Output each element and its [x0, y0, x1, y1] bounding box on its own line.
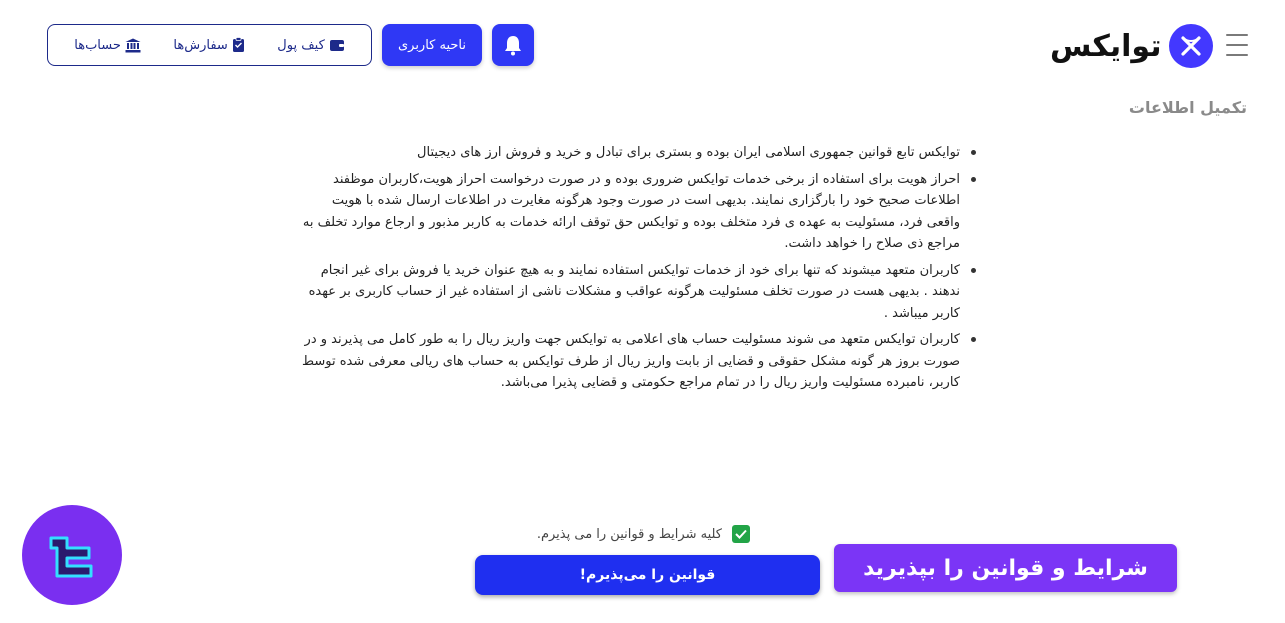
logo-mark-icon: [1169, 24, 1214, 68]
terms-item: احراز هویت برای استفاده از برخی خدمات تو…: [300, 169, 980, 255]
terms-item: توایکس تابع قوانین جمهوری اسلامی ایران ب…: [300, 142, 980, 164]
brand-badge-icon: [22, 505, 122, 605]
page-title: تکمیل اطلاعات: [1128, 98, 1247, 117]
accept-terms-button[interactable]: قوانین را می‌پذیرم!: [475, 555, 820, 595]
nav-accounts[interactable]: حساب‌ها: [74, 38, 141, 53]
menu-icon[interactable]: [1226, 34, 1248, 56]
nav-orders[interactable]: سفارش‌ها: [173, 37, 244, 53]
logo[interactable]: توایکس: [1050, 22, 1214, 70]
check-icon: [735, 529, 747, 539]
accept-terms-banner: شرایط و قوانین را بپذیرید: [834, 544, 1177, 592]
terms-item: کاربران متعهد میشوند که تنها برای خود از…: [300, 260, 980, 325]
terms-item: کاربران توایکس متعهد می شوند مسئولیت حسا…: [300, 329, 980, 394]
bank-icon: [125, 38, 141, 52]
user-area-button[interactable]: ناحیه کاربری: [382, 24, 482, 66]
agree-row: کلیه شرایط و قوانین را می پذیرم.: [530, 523, 750, 545]
nav-wallet-label: کیف پول: [277, 37, 325, 53]
terms-list: توایکس تابع قوانین جمهوری اسلامی ایران ب…: [300, 142, 980, 399]
clipboard-icon: [232, 37, 244, 52]
nav-orders-label: سفارش‌ها: [173, 37, 228, 53]
agree-checkbox[interactable]: [732, 525, 750, 543]
wallet-icon: [329, 40, 344, 51]
notifications-button[interactable]: [492, 24, 534, 66]
logo-text: توایکس: [1050, 28, 1162, 64]
nav-accounts-label: حساب‌ها: [74, 37, 121, 53]
bell-icon: [505, 36, 521, 56]
nav-wallet[interactable]: کیف پول: [277, 38, 344, 53]
account-nav: کیف پول سفارش‌ها حساب‌ها: [47, 24, 372, 66]
agree-label: کلیه شرایط و قوانین را می پذیرم.: [536, 526, 722, 542]
